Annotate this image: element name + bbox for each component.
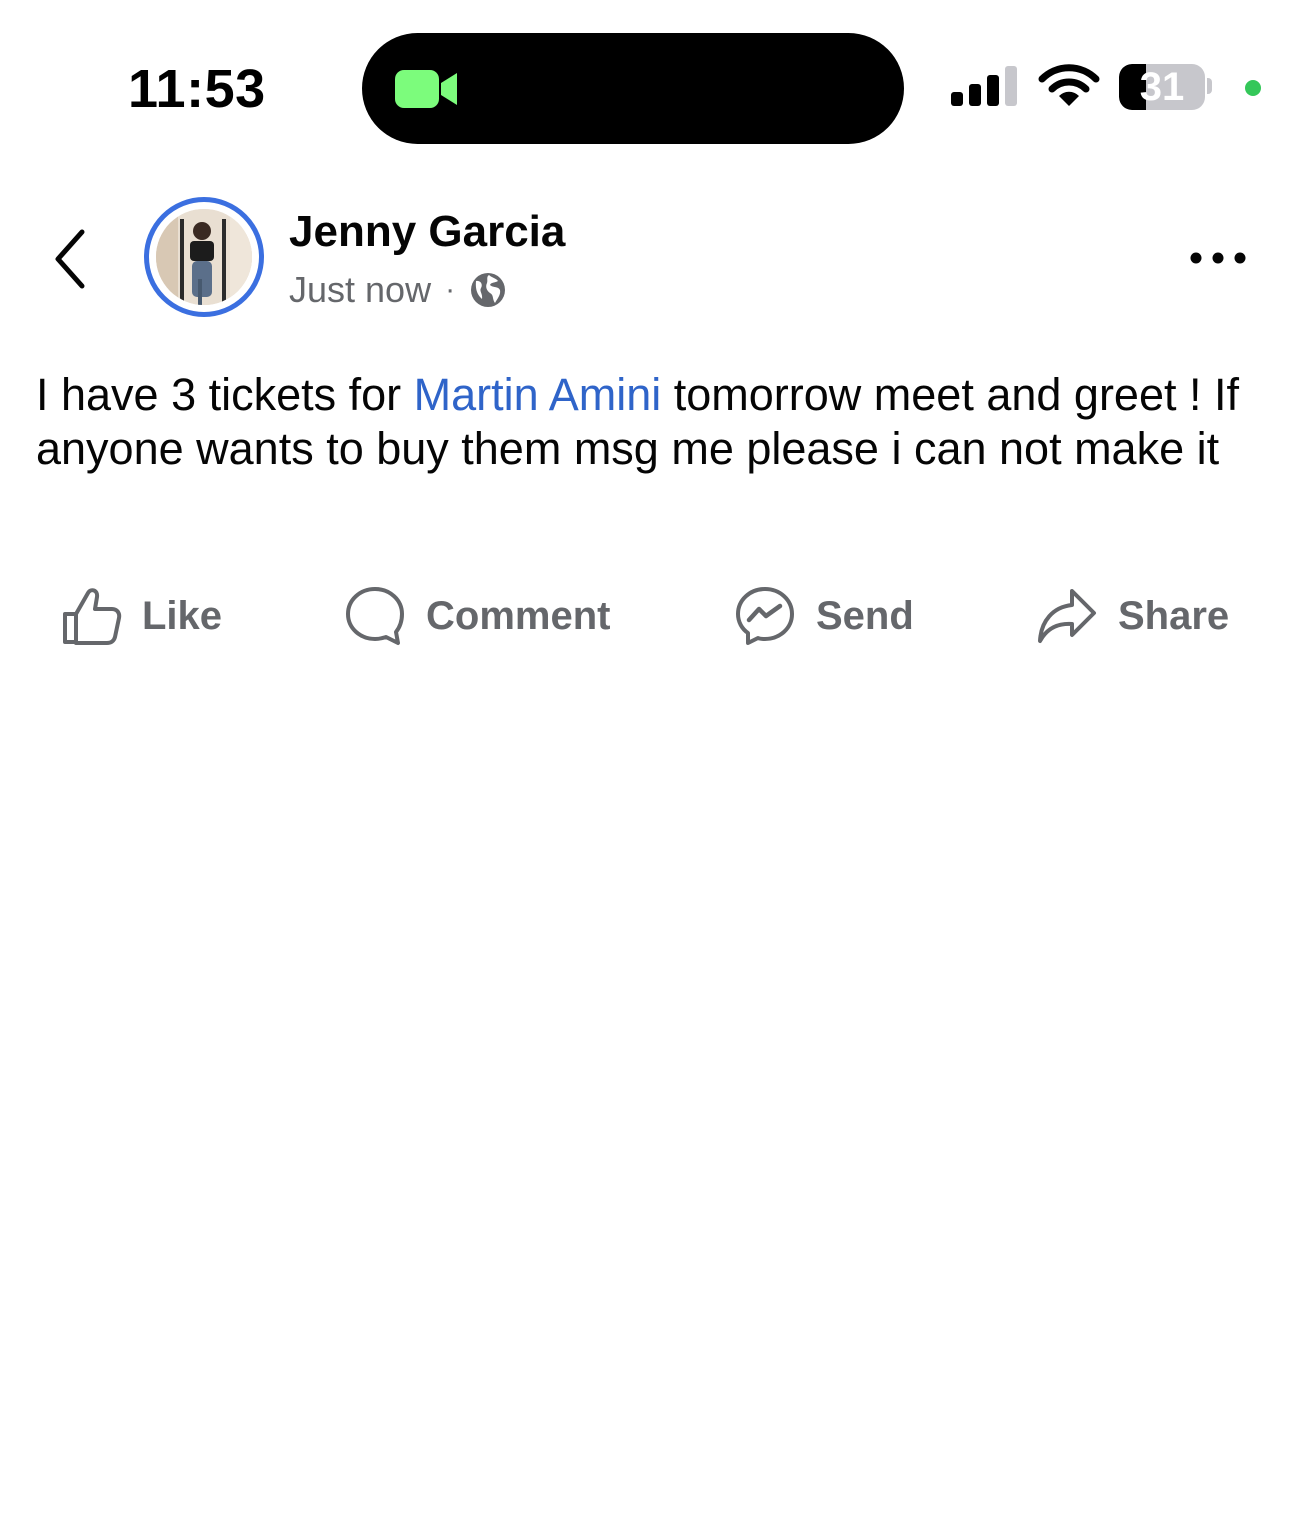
battery-icon: 31 — [1119, 64, 1205, 110]
wifi-icon — [1038, 64, 1100, 106]
post-timestamp[interactable]: Just now — [289, 269, 431, 311]
facetime-video-icon — [395, 70, 457, 108]
share-arrow-icon — [1038, 589, 1096, 643]
avatar-photo — [156, 209, 252, 305]
cellular-signal-icon — [951, 66, 1017, 106]
share-label: Share — [1118, 593, 1230, 638]
post-meta: Just now · — [289, 266, 507, 314]
comment-bubble-icon — [346, 587, 404, 645]
like-label: Like — [142, 593, 223, 638]
meta-separator: · — [445, 273, 456, 306]
post-text-start: I have 3 tickets for — [36, 369, 414, 420]
share-button[interactable]: Share — [1036, 580, 1229, 652]
like-button[interactable]: Like — [60, 580, 222, 652]
more-options-icon[interactable] — [1188, 248, 1248, 268]
privacy-indicator-dot — [1245, 80, 1261, 96]
comment-label: Comment — [426, 593, 611, 638]
post-text: I have 3 tickets for Martin Amini tomorr… — [36, 368, 1258, 476]
comment-button[interactable]: Comment — [344, 580, 610, 652]
dynamic-island — [362, 33, 904, 144]
author-name[interactable]: Jenny Garcia — [289, 207, 565, 257]
send-button[interactable]: Send — [734, 580, 914, 652]
status-time: 11:53 — [128, 59, 266, 119]
battery-level: 31 — [1139, 65, 1185, 109]
battery-cap — [1207, 78, 1212, 94]
globe-icon[interactable] — [469, 271, 507, 309]
messenger-icon — [736, 587, 794, 645]
thumbs-up-icon — [63, 588, 122, 645]
author-avatar[interactable] — [144, 197, 264, 317]
back-chevron-icon[interactable] — [48, 226, 92, 292]
send-label: Send — [816, 593, 914, 638]
avatar-image — [156, 209, 252, 305]
mention-link[interactable]: Martin Amini — [414, 369, 662, 420]
